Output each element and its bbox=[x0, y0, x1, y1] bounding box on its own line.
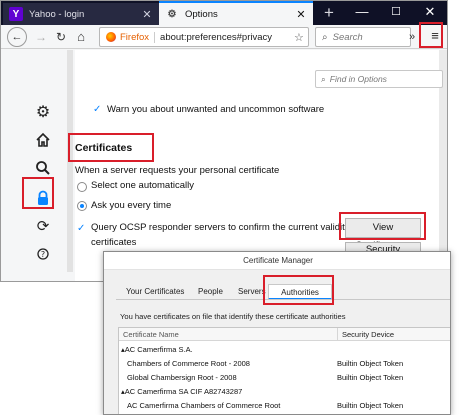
tab-options[interactable]: ⚙ Options ✕ bbox=[159, 1, 313, 25]
tab-title: Options bbox=[185, 8, 218, 20]
ask-every-time-radio[interactable] bbox=[77, 201, 87, 211]
url-text[interactable]: about:preferences#privacy bbox=[160, 32, 294, 43]
category-sync-icon[interactable]: ⟳ bbox=[32, 216, 54, 238]
toolbar-overflow-button[interactable]: » bbox=[405, 28, 419, 46]
yahoo-favicon: Y bbox=[9, 7, 23, 21]
close-window-button[interactable]: ✕ bbox=[413, 1, 447, 25]
security-device: Builtin Object Token bbox=[337, 359, 404, 368]
forward-button[interactable]: → bbox=[31, 27, 51, 47]
security-device: Builtin Object Token bbox=[337, 401, 404, 410]
tab-servers[interactable]: Servers bbox=[238, 284, 266, 300]
reload-button[interactable]: ↻ bbox=[51, 27, 71, 47]
close-tab-icon[interactable]: ✕ bbox=[295, 8, 307, 21]
svg-text:?: ? bbox=[41, 250, 45, 259]
view-certificates-button[interactable]: View Certificates... bbox=[345, 218, 421, 251]
category-privacy-lock-icon[interactable] bbox=[32, 190, 54, 212]
tab-your-certificates[interactable]: Your Certificates bbox=[126, 284, 184, 300]
table-row[interactable]: AC Camerfirma Chambers of Commerce Root … bbox=[119, 399, 450, 413]
home-button[interactable]: ⌂ bbox=[71, 27, 91, 47]
category-help-icon[interactable]: ? bbox=[32, 246, 54, 268]
category-search-icon[interactable] bbox=[32, 160, 54, 182]
certificate-name: AC Camerfirma Chambers of Commerce Root bbox=[127, 401, 281, 410]
tab-yahoo-login[interactable]: Y Yahoo - login ✕ bbox=[3, 3, 159, 25]
security-device: Builtin Object Token bbox=[337, 373, 404, 382]
certificate-table[interactable]: Certificate Name Security Device ▴AC Cam… bbox=[118, 327, 450, 414]
certificate-tabs: Your Certificates People Servers Authori… bbox=[116, 284, 446, 300]
column-certificate-name[interactable]: Certificate Name bbox=[123, 330, 179, 339]
search-placeholder: Search bbox=[332, 31, 363, 43]
certificate-name: AC Camerfirma SA CIF A82743287 bbox=[124, 387, 243, 396]
gear-icon: ⚙ bbox=[167, 8, 177, 20]
bookmark-star-icon[interactable]: ☆ bbox=[294, 31, 308, 44]
certificates-heading: Certificates bbox=[75, 142, 133, 154]
new-tab-button[interactable]: + bbox=[319, 3, 339, 23]
tab-people[interactable]: People bbox=[198, 284, 223, 300]
maximize-button[interactable]: ☐ bbox=[379, 1, 413, 25]
search-bar[interactable]: ⌕ Search bbox=[315, 27, 411, 47]
certificate-request-prompt: When a server requests your personal cer… bbox=[75, 165, 280, 176]
firefox-logo-icon bbox=[106, 32, 116, 42]
category-general-gear-icon[interactable]: ⚙ bbox=[32, 102, 54, 124]
left-gutter bbox=[1, 50, 15, 281]
url-bar[interactable]: Firefox about:preferences#privacy ☆ bbox=[99, 27, 309, 47]
back-button[interactable]: ← bbox=[7, 27, 27, 47]
hamburger-menu-icon[interactable]: ≡ bbox=[425, 27, 445, 47]
authorities-description: You have certificates on file that ident… bbox=[120, 312, 346, 321]
table-header: Certificate Name Security Device bbox=[119, 328, 450, 341]
table-row[interactable]: Global Chambersign Root - 2008 Builtin O… bbox=[119, 371, 450, 385]
certificate-manager-dialog: Certificate Manager Your Certificates Pe… bbox=[103, 251, 451, 415]
table-row[interactable]: ▴AC Camerfirma SA CIF A82743287 bbox=[119, 385, 450, 399]
navigation-toolbar: ← → ↻ ⌂ Firefox about:preferences#privac… bbox=[1, 25, 447, 49]
ask-every-time-label: Ask you every time bbox=[91, 200, 172, 211]
url-identity-label: Firefox bbox=[120, 31, 156, 43]
table-row[interactable]: Chambers of Commerce Root - 2008 Builtin… bbox=[119, 357, 450, 371]
column-security-device[interactable]: Security Device bbox=[337, 328, 394, 341]
select-automatically-label: Select one automatically bbox=[91, 180, 194, 191]
sidebar-scrollbar[interactable] bbox=[67, 50, 73, 272]
tab-title: Yahoo - login bbox=[29, 8, 85, 20]
minimize-button[interactable]: — bbox=[345, 1, 379, 25]
certificate-name: AC Camerfirma S.A. bbox=[124, 345, 193, 354]
table-row[interactable]: ▴AC Camerfirma S.A. bbox=[119, 343, 450, 357]
ocsp-query-label-line2: certificates bbox=[91, 237, 137, 248]
warn-unwanted-checkbox[interactable]: ✓ bbox=[93, 104, 103, 116]
find-in-options-input[interactable]: ⌕ Find in Options bbox=[315, 70, 443, 88]
ocsp-query-label: Query OCSP responder servers to confirm … bbox=[91, 222, 361, 233]
tab-authorities[interactable]: Authorities bbox=[268, 284, 332, 300]
search-icon: ⌕ bbox=[321, 73, 326, 84]
select-automatically-radio[interactable] bbox=[77, 182, 87, 192]
dialog-title: Certificate Manager bbox=[104, 252, 450, 270]
find-placeholder: Find in Options bbox=[329, 74, 387, 84]
certificate-name: Chambers of Commerce Root - 2008 bbox=[127, 359, 250, 368]
search-icon: ⌕ bbox=[322, 31, 328, 43]
firefox-window: Y Yahoo - login ✕ ⚙ Options ✕ + — ☐ ✕ ← … bbox=[0, 0, 448, 282]
certificate-name: Global Chambersign Root - 2008 bbox=[127, 373, 237, 382]
preferences-content: ⚙ ⟳ ? ⌕ Find in Options ✓ Warn you about… bbox=[1, 50, 447, 281]
preferences-sidebar: ⚙ ⟳ ? bbox=[15, 50, 75, 281]
tab-divider bbox=[116, 299, 450, 300]
warn-unwanted-label: Warn you about unwanted and uncommon sof… bbox=[107, 104, 325, 115]
ocsp-query-checkbox[interactable]: ✓ bbox=[77, 223, 85, 234]
tab-strip: Y Yahoo - login ✕ ⚙ Options ✕ + — ☐ ✕ bbox=[1, 1, 447, 25]
close-tab-icon[interactable]: ✕ bbox=[141, 8, 153, 21]
category-home-icon[interactable] bbox=[32, 132, 54, 154]
